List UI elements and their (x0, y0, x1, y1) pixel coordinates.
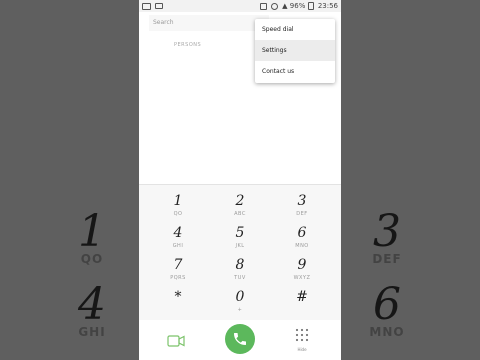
status-right: ▲ 96% 23:56 (259, 2, 338, 10)
key-2[interactable]: 2 ABC (210, 191, 270, 225)
overflow-menu: Speed dial Settings Contact us (255, 19, 335, 83)
menu-item-label: Speed dial (262, 26, 294, 33)
key-letters: GHI (172, 243, 184, 249)
menu-item-speed-dial[interactable]: Speed dial (255, 19, 335, 40)
phone-icon (234, 333, 246, 345)
status-time: 23:56 (317, 2, 338, 10)
key-9[interactable]: 9 WXYZ (272, 255, 332, 289)
key-digit: # (296, 289, 308, 305)
key-letters: DEF (296, 211, 308, 217)
key-digit: 6 (297, 225, 307, 241)
status-left-icons (142, 2, 165, 10)
search-bar[interactable]: Search (149, 15, 269, 31)
call-button[interactable] (225, 324, 255, 354)
search-input[interactable]: Search (153, 19, 174, 26)
key-letters: PQRS (170, 275, 186, 281)
key-letters: JKL (235, 243, 245, 249)
key-4[interactable]: 4 GHI (148, 223, 208, 257)
key-digit: 0 (235, 289, 245, 305)
key-letters: MNO (295, 243, 309, 249)
key-digit: 1 (173, 193, 183, 209)
dial-keypad: 1 QO 2 ABC 3 DEF 4 GHI 5 JKL 6 MNO 7 PQR… (139, 184, 341, 321)
key-letters: ABC (234, 211, 246, 217)
hide-label: Hide (297, 347, 307, 352)
key-7[interactable]: 7 PQRS (148, 255, 208, 289)
keypad-grid-icon (295, 328, 309, 342)
backdrop-letters: MNO (369, 325, 405, 339)
backdrop-digit: 6 (373, 279, 401, 330)
video-icon (155, 3, 164, 9)
key-hash[interactable]: # (272, 287, 332, 321)
phone-screen: ▲ 96% 23:56 Search PERSONS Speed dial Se… (139, 0, 341, 360)
key-letters: TUV (234, 275, 246, 281)
status-bar: ▲ 96% 23:56 (139, 0, 341, 12)
message-icon (142, 2, 151, 10)
key-digit: 5 (235, 225, 245, 241)
tab-persons[interactable]: PERSONS (174, 42, 201, 48)
battery-percent: 96% (289, 2, 306, 10)
key-digit: 2 (235, 193, 245, 209)
backdrop-letters: GHI (78, 325, 106, 339)
key-digit: * (174, 289, 182, 305)
signal-icon: ▲ (282, 2, 288, 10)
key-digit: 7 (173, 257, 183, 273)
key-3[interactable]: 3 DEF (272, 191, 332, 225)
hide-keypad-button[interactable]: Hide (294, 327, 310, 355)
key-digit: 4 (173, 225, 183, 241)
key-1[interactable]: 1 QO (148, 191, 208, 225)
backdrop-letters: QO (80, 252, 104, 266)
key-6[interactable]: 6 MNO (272, 223, 332, 257)
backdrop-left: 1 QO 4 GHI (0, 0, 139, 360)
key-letters: WXYZ (293, 275, 311, 281)
backdrop-letters: DEF (372, 252, 402, 266)
menu-item-label: Contact us (262, 68, 295, 75)
video-camera-icon (167, 335, 185, 347)
backdrop-right: 3 DEF 6 MNO (341, 0, 480, 360)
key-8[interactable]: 8 TUV (210, 255, 270, 289)
backdrop-digit: 4 (78, 279, 106, 330)
menu-item-contact-us[interactable]: Contact us (255, 61, 335, 82)
key-letters: QO (173, 211, 183, 217)
menu-item-settings[interactable]: Settings (255, 40, 335, 61)
alarm-icon (270, 2, 278, 10)
video-call-button[interactable] (167, 333, 185, 347)
key-digit: 3 (297, 193, 307, 209)
battery-icon (307, 2, 314, 10)
key-digit: 9 (297, 257, 307, 273)
dialer-bottom-bar: Hide (139, 320, 341, 360)
menu-item-label: Settings (262, 47, 287, 54)
backdrop-digit: 1 (78, 206, 106, 257)
key-digit: 8 (235, 257, 245, 273)
key-0[interactable]: 0 + (210, 287, 270, 321)
key-star[interactable]: * (148, 287, 208, 321)
nfc-icon (259, 2, 267, 10)
key-5[interactable]: 5 JKL (210, 223, 270, 257)
backdrop-digit: 3 (373, 206, 401, 257)
key-letters: + (237, 307, 243, 313)
